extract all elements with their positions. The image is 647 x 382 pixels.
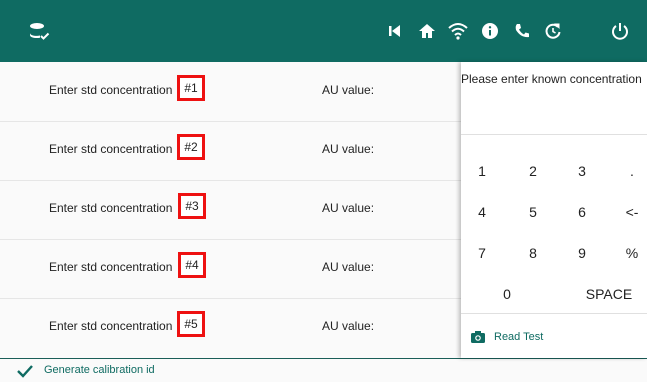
key-backspace[interactable]: <- — [617, 201, 647, 223]
key-8[interactable]: 8 — [518, 242, 548, 264]
key-0[interactable]: 0 — [492, 283, 522, 305]
key-space[interactable]: SPACE — [574, 283, 644, 305]
generate-calibration-label: Generate calibration id — [44, 364, 155, 376]
au-value-label: AU value: — [322, 142, 375, 156]
key-7[interactable]: 7 — [467, 242, 497, 264]
key-percent[interactable]: % — [617, 242, 647, 264]
std-concentration-label: Enter std concentration — [49, 260, 173, 274]
std-concentration-input-1[interactable]: #1 — [177, 75, 205, 101]
au-value-label: AU value: — [322, 319, 375, 333]
read-test-label: Read Test — [494, 331, 544, 343]
std-concentration-label: Enter std concentration — [49, 201, 173, 215]
std-row-3: Enter std concentration #3 AU value: — [0, 180, 461, 240]
std-concentration-input-4[interactable]: #4 — [178, 252, 206, 278]
phone-icon[interactable] — [512, 21, 532, 41]
std-concentration-input-2[interactable]: #2 — [177, 134, 205, 160]
std-concentration-label: Enter std concentration — [49, 142, 173, 156]
std-concentration-label: Enter std concentration — [49, 83, 173, 97]
key-5[interactable]: 5 — [518, 201, 548, 223]
refresh-icon[interactable] — [543, 21, 563, 41]
home-icon[interactable] — [417, 21, 437, 41]
database-check-icon — [29, 23, 50, 40]
std-concentration-input-5[interactable]: #5 — [177, 311, 205, 337]
checkmark-icon — [17, 365, 33, 378]
au-value-label: AU value: — [322, 201, 375, 215]
key-4[interactable]: 4 — [467, 201, 497, 223]
std-row-5: Enter std concentration #5 AU value: — [0, 298, 461, 357]
key-6[interactable]: 6 — [567, 201, 597, 223]
key-dot[interactable]: . — [617, 160, 647, 182]
info-icon[interactable] — [480, 21, 500, 41]
key-9[interactable]: 9 — [567, 242, 597, 264]
power-icon[interactable] — [610, 21, 630, 41]
std-row-2: Enter std concentration #2 AU value: — [0, 121, 461, 181]
calibration-form: Enter std concentration #1 AU value: Ent… — [0, 62, 461, 358]
key-3[interactable]: 3 — [567, 160, 597, 182]
wifi-icon[interactable] — [448, 21, 468, 41]
au-value-label: AU value: — [322, 83, 375, 97]
divider — [461, 134, 647, 135]
au-value-label: AU value: — [322, 260, 375, 274]
key-1[interactable]: 1 — [467, 160, 497, 182]
std-concentration-input-3[interactable]: #3 — [178, 193, 206, 219]
key-2[interactable]: 2 — [518, 160, 548, 182]
read-test-button[interactable]: Read Test — [461, 313, 647, 358]
keypad-prompt: Please enter known concentration — [461, 72, 642, 86]
std-concentration-label: Enter std concentration — [49, 319, 173, 333]
std-row-1: Enter std concentration #1 AU value: — [0, 62, 461, 122]
top-bar — [0, 0, 647, 62]
keypad-panel: Please enter known concentration 1 2 3 .… — [461, 62, 647, 358]
skip-back-icon[interactable] — [385, 21, 405, 41]
generate-calibration-button[interactable]: Generate calibration id — [0, 358, 647, 382]
std-row-4: Enter std concentration #4 AU value: — [0, 239, 461, 299]
camera-icon — [471, 331, 485, 343]
